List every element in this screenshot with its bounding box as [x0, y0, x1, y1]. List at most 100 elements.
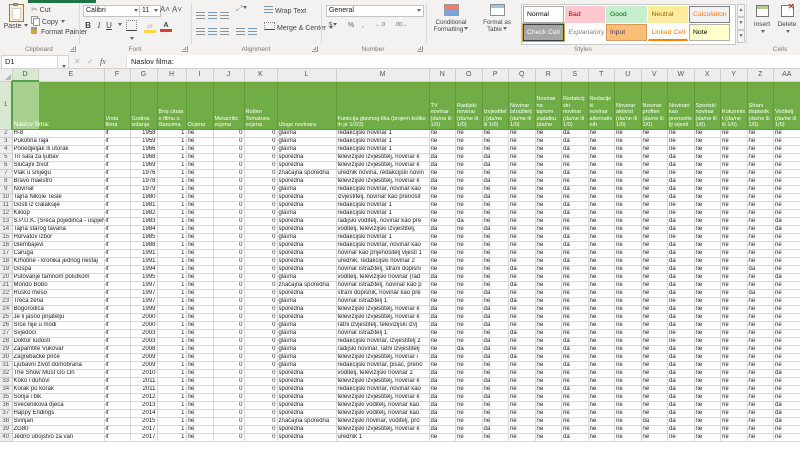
cell-vrsta[interactable]: if — [104, 185, 130, 193]
cell-broj-citata[interactable]: 1 — [157, 401, 186, 409]
cell-uloge[interactable]: sporedna — [277, 217, 336, 225]
cell-flag[interactable]: ne — [694, 289, 721, 297]
cell-uloge[interactable]: sporedna — [277, 393, 336, 401]
cell-flag[interactable]: ne — [535, 129, 562, 137]
cell-godina[interactable]: 2000 — [130, 321, 157, 329]
cell-flag[interactable]: ne — [509, 337, 536, 345]
cell-flag[interactable]: ne — [588, 345, 615, 353]
cell-flag[interactable]: ne — [509, 377, 536, 385]
cell-flag[interactable]: ne — [774, 257, 800, 265]
cell-flag[interactable]: ne — [641, 225, 668, 233]
cell-flag[interactable]: ne — [721, 185, 748, 193]
row-header-29[interactable]: 29 — [0, 345, 12, 353]
cell-broj-citata[interactable]: 1 — [157, 161, 186, 169]
cell-uloge[interactable]: glavna — [277, 273, 336, 281]
cell-flag[interactable]: ne — [721, 193, 748, 201]
header-cell[interactable]: Novinar profiter (da/ne ili 1/0) — [641, 81, 668, 129]
cell-flag[interactable]: ne — [588, 273, 615, 281]
cell-flag[interactable]: da — [668, 185, 695, 193]
header-cell[interactable]: Radijski novinar (da/ne ili 1/0) — [456, 81, 483, 129]
cell-flag[interactable]: ne — [535, 321, 562, 329]
cell-flag[interactable]: ne — [429, 337, 456, 345]
cell-flag[interactable]: da — [429, 313, 456, 321]
cell-title[interactable]: Glembajevi — [12, 241, 104, 249]
cell-funkcija[interactable]: redakcijski novinar, novinar kao — [336, 185, 429, 193]
cell-flag[interactable]: da — [668, 241, 695, 249]
cell-flag[interactable]: da — [429, 417, 456, 425]
cell-flag[interactable]: ne — [535, 145, 562, 153]
row-header-27[interactable]: 27 — [0, 329, 12, 337]
cell-flag[interactable]: ne — [615, 353, 642, 361]
row-header-21[interactable]: 21 — [0, 281, 12, 289]
cell-flag[interactable]: da — [509, 297, 536, 305]
cell-metacritic[interactable]: 0 — [213, 345, 244, 353]
cell-ocjena[interactable]: ne — [186, 241, 213, 249]
cell-flag[interactable]: ne — [482, 249, 509, 257]
cell-broj-citata[interactable]: 1 — [157, 305, 186, 313]
cell-flag[interactable]: ne — [588, 297, 615, 305]
cell-metacritic[interactable]: 0 — [213, 377, 244, 385]
header-cell[interactable]: Izvjestitelj (da/ne ili 1/0) — [482, 81, 509, 129]
cell-uloge[interactable]: glavna — [277, 361, 336, 369]
cell-metacritic[interactable]: 0 — [213, 225, 244, 233]
cell-title[interactable]: Kiklop — [12, 209, 104, 217]
cell-flag[interactable]: ne — [588, 185, 615, 193]
cell-flag[interactable]: ne — [747, 233, 774, 241]
cell-flag[interactable]: da — [429, 409, 456, 417]
cell-flag[interactable]: ne — [429, 201, 456, 209]
cell-flag[interactable]: ne — [562, 353, 589, 361]
cell-metacritic[interactable]: 0 — [213, 297, 244, 305]
cell-flag[interactable]: ne — [535, 153, 562, 161]
cell-vrsta[interactable]: if — [104, 217, 130, 225]
cell-flag[interactable]: ne — [641, 393, 668, 401]
cell-title[interactable]: Tajna starog tavana — [12, 225, 104, 233]
cell-broj-citata[interactable]: 1 — [157, 297, 186, 305]
cell-flag[interactable]: ne — [694, 417, 721, 425]
cell-title[interactable]: Bogorodica — [12, 305, 104, 313]
row-header-2[interactable]: 2 — [0, 129, 12, 137]
cell-rotten[interactable]: 0 — [244, 417, 277, 425]
column-header-K[interactable]: K — [244, 69, 277, 81]
cell-rotten[interactable]: 0 — [244, 185, 277, 193]
header-cell[interactable]: Novinar istražitelj (da/ne ili 1/0) — [509, 81, 536, 129]
enter-icon[interactable]: ✓ — [87, 55, 94, 68]
cell-title[interactable]: Srce nije u modi — [12, 321, 104, 329]
cell-godina[interactable]: 2015 — [130, 417, 157, 425]
cell-metacritic[interactable]: 0 — [213, 193, 244, 201]
cell-flag[interactable]: ne — [615, 193, 642, 201]
row-header-8[interactable]: 8 — [0, 177, 12, 185]
cell-broj-citata[interactable]: 1 — [157, 201, 186, 209]
cell-ocjena[interactable]: ne — [186, 249, 213, 257]
cell-flag[interactable]: ne — [774, 193, 800, 201]
cell-rotten[interactable]: 0 — [244, 377, 277, 385]
align-left-button[interactable] — [196, 22, 205, 40]
cell-title[interactable]: Koko i duhovi — [12, 377, 104, 385]
cell-flag[interactable]: ne — [747, 425, 774, 433]
cell-flag[interactable]: ne — [535, 265, 562, 273]
column-header-T[interactable]: T — [588, 69, 615, 81]
cell-flag[interactable]: ne — [615, 225, 642, 233]
cell-metacritic[interactable]: 0 — [213, 153, 244, 161]
cell-flag[interactable]: da — [482, 425, 509, 433]
cell-flag[interactable]: ne — [747, 313, 774, 321]
cell-flag[interactable]: ne — [668, 233, 695, 241]
cell-ocjena[interactable]: ne — [186, 313, 213, 321]
cell-flag[interactable]: ne — [721, 345, 748, 353]
cell-funkcija[interactable]: televizijski izvjestitelj, novinar k — [336, 425, 429, 433]
cell-flag[interactable]: da — [429, 393, 456, 401]
row-header-26[interactable]: 26 — [0, 321, 12, 329]
cell-flag[interactable]: ne — [509, 369, 536, 377]
cell-title[interactable]: Doktor ludosti — [12, 337, 104, 345]
cell-broj-citata[interactable]: 1 — [157, 313, 186, 321]
italic-button[interactable]: I — [94, 20, 104, 31]
cell-flag[interactable]: ne — [774, 281, 800, 289]
cell-flag[interactable]: da — [562, 201, 589, 209]
cell-flag[interactable]: ne — [694, 169, 721, 177]
row-header-37[interactable]: 37 — [0, 409, 12, 417]
cell-flag[interactable]: ne — [641, 273, 668, 281]
cell-flag[interactable]: ne — [509, 433, 536, 441]
cell-ocjena[interactable]: ne — [186, 289, 213, 297]
cell-vrsta[interactable]: if — [104, 281, 130, 289]
cell-flag[interactable]: ne — [482, 169, 509, 177]
cell-flag[interactable]: ne — [535, 361, 562, 369]
